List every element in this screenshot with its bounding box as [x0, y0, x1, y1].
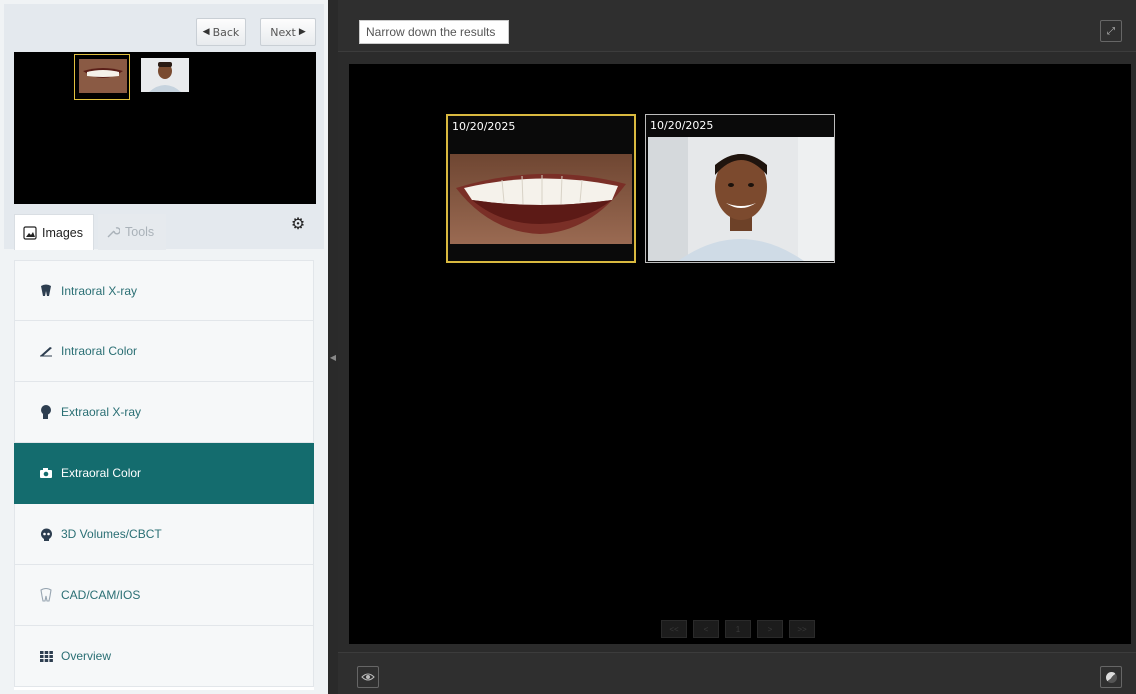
category-label: Extraoral X-ray: [61, 405, 142, 419]
thumbnail-strip: [14, 52, 316, 204]
head-profile-icon: [39, 405, 53, 419]
category-label: 3D Volumes/CBCT: [61, 527, 162, 541]
last-page-button[interactable]: >>: [789, 620, 815, 638]
panel-splitter[interactable]: ◀: [328, 0, 338, 694]
tab-images-label: Images: [42, 225, 83, 240]
next-label: Next: [270, 25, 296, 39]
image-card-smile[interactable]: 10/20/2025: [446, 114, 636, 263]
back-label: Back: [212, 25, 240, 39]
category-3d-volumes[interactable]: 3D Volumes/CBCT: [14, 504, 314, 565]
skull-icon: [39, 527, 53, 541]
category-list: Intraoral X-ray Intraoral Color Extraora…: [14, 260, 314, 690]
first-page-button[interactable]: <<: [661, 620, 687, 638]
category-label: Overview: [61, 649, 112, 663]
tooth-icon: [39, 284, 53, 298]
tab-tools[interactable]: Tools: [98, 214, 166, 250]
image-icon: [23, 225, 37, 240]
image-date: 10/20/2025: [452, 120, 516, 133]
tooth-outline-icon: [39, 588, 53, 602]
smile-thumbnail-image: [79, 59, 127, 93]
thumbnail-smile[interactable]: [74, 54, 130, 100]
next-page-button[interactable]: >: [757, 620, 783, 638]
pagination: << < 1 > >>: [661, 620, 815, 638]
contrast-icon[interactable]: [1100, 666, 1122, 688]
prev-page-button[interactable]: <: [693, 620, 719, 638]
category-label: CAD/CAM/IOS: [61, 588, 141, 602]
image-date: 10/20/2025: [650, 119, 714, 132]
portrait-photo: [648, 137, 834, 261]
image-browser: ⤢ 10/20/2025: [338, 0, 1136, 694]
image-card-portrait[interactable]: 10/20/2025: [645, 114, 835, 263]
wrench-icon: [107, 227, 120, 238]
image-grid: 10/20/2025 10/20/2025 << < 1 > >>: [349, 64, 1131, 644]
category-intraoral-xray[interactable]: Intraoral X-ray: [14, 260, 314, 321]
bottom-toolbar: [338, 652, 1136, 694]
expand-icon[interactable]: ⤢: [1100, 20, 1122, 42]
intraoral-camera-icon: [39, 344, 53, 358]
left-panel: ◀ Back Next ▶ Images Tools ⚙ Intraoral X…: [0, 0, 328, 694]
category-label: Extraoral Color: [61, 466, 142, 480]
category-extraoral-color[interactable]: Extraoral Color: [14, 443, 314, 504]
camera-icon: [39, 466, 53, 480]
next-button[interactable]: Next ▶: [260, 18, 316, 46]
back-button[interactable]: ◀ Back: [196, 18, 246, 46]
category-label: Intraoral X-ray: [61, 283, 138, 298]
category-overview[interactable]: Overview: [14, 626, 314, 687]
eye-icon[interactable]: [357, 666, 379, 688]
thumbnail-portrait[interactable]: [137, 54, 193, 100]
collapse-arrow-icon[interactable]: ◀: [330, 342, 336, 372]
category-intraoral-color[interactable]: Intraoral Color: [14, 321, 314, 382]
left-arrow-icon: ◀: [202, 27, 210, 37]
gear-icon[interactable]: ⚙: [289, 215, 307, 233]
page-number-button[interactable]: 1: [725, 620, 751, 638]
grid-icon: [39, 649, 53, 663]
search-input[interactable]: [359, 20, 509, 44]
tab-images[interactable]: Images: [14, 214, 94, 250]
category-extraoral-xray[interactable]: Extraoral X-ray: [14, 382, 314, 443]
smile-photo: [450, 154, 632, 244]
right-arrow-icon: ▶: [298, 27, 306, 37]
category-cadcam-ios[interactable]: CAD/CAM/IOS: [14, 565, 314, 626]
top-toolbar: ⤢: [338, 0, 1136, 52]
category-label: Intraoral Color: [61, 344, 138, 358]
tab-tools-label: Tools: [125, 225, 155, 239]
portrait-thumbnail-image: [141, 58, 189, 92]
